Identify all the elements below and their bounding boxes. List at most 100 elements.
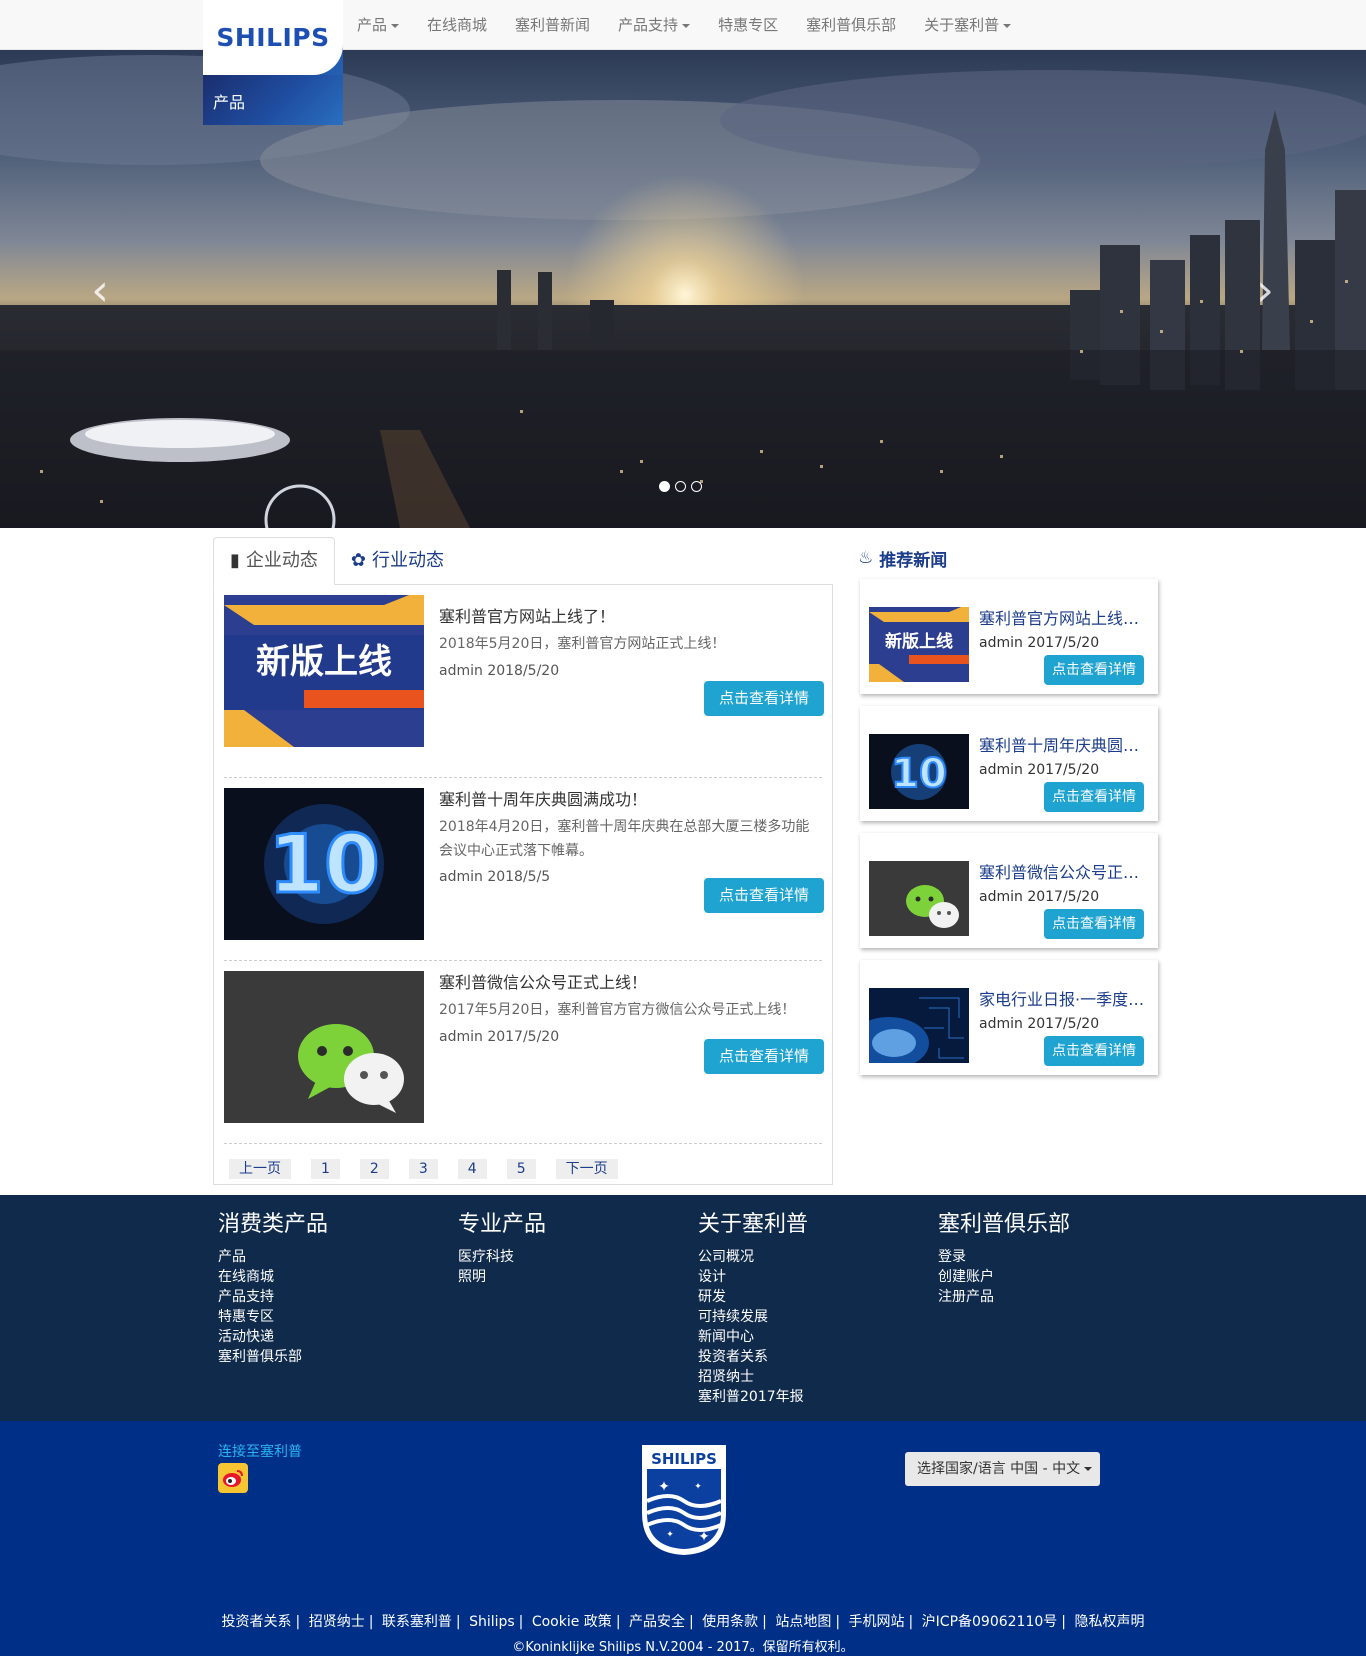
page-link[interactable]: 1 (311, 1159, 340, 1179)
footer-link[interactable]: 公司概况 (698, 1247, 808, 1267)
footer-link[interactable]: 研发 (698, 1287, 808, 1307)
page-link[interactable]: 3 (408, 1159, 438, 1179)
list-item: 塞利普微信公众号正式上线！ 2017年5月20日，塞利普官方官方微信公众号正式上… (224, 961, 824, 1144)
thumb-text: 新版上线 (256, 642, 392, 682)
language-select-label: 选择国家/语言 中国 - 中文 (917, 1461, 1081, 1477)
recommended-item-title[interactable]: 家电行业日报·一季度回顾 (979, 986, 1149, 1010)
book-icon: ▮ (230, 550, 240, 571)
view-details-button[interactable]: 点击查看详情 (704, 681, 824, 716)
legal-link[interactable]: 沪ICP备09062110号 (922, 1614, 1058, 1630)
caret-down-icon (682, 23, 691, 28)
tab-industry-news[interactable]: ✿ 行业动态 (335, 537, 460, 585)
news-title[interactable]: 塞利普官方网站上线了！ (439, 603, 615, 627)
legal-link[interactable]: 手机网站 (849, 1614, 905, 1630)
footer-link[interactable]: 产品支持 (218, 1287, 328, 1307)
footer-link[interactable]: 照明 (458, 1267, 546, 1287)
prev-page-button[interactable]: 上一页 (229, 1159, 291, 1179)
fire-icon: ♨ (858, 548, 874, 568)
brand-logo[interactable]: SHILIPS 产品 (203, 0, 343, 125)
carousel-indicator[interactable] (659, 481, 670, 492)
footer-link[interactable]: 设计 (698, 1267, 808, 1287)
nav-item-store[interactable]: 在线商城 (413, 0, 501, 50)
carousel-indicator[interactable] (675, 481, 686, 492)
footer-link[interactable]: 塞利普俱乐部 (218, 1347, 328, 1367)
nav-item-label: 在线商城 (427, 16, 488, 34)
news-meta: admin 2017/5/20 (439, 1029, 560, 1045)
footer-link[interactable]: 产品 (218, 1247, 328, 1267)
list-item: 10 塞利普十周年庆典圆满成功！ 2018年4月20日，塞利普十周年庆典在总部大… (224, 778, 824, 961)
nav-item-news[interactable]: 塞利普新闻 (501, 0, 604, 50)
legal-link[interactable]: 投资者关系 (222, 1614, 292, 1630)
wechat-image (869, 861, 969, 936)
footer-link[interactable]: 招贤纳士 (698, 1367, 808, 1387)
language-select-button[interactable]: 选择国家/语言 中国 - 中文 (905, 1452, 1100, 1486)
footer-link[interactable]: 活动快递 (218, 1327, 328, 1347)
footer-link[interactable]: 在线商城 (218, 1267, 328, 1287)
footer-link[interactable]: 可持续发展 (698, 1307, 808, 1327)
footer-link[interactable]: 投资者关系 (698, 1347, 808, 1367)
recommended-item-title[interactable]: 塞利普十周年庆典圆满成功！ (979, 732, 1149, 756)
legal-link[interactable]: 站点地图 (775, 1614, 831, 1630)
recommended-thumbnail[interactable] (869, 988, 969, 1063)
tab-company-news[interactable]: ▮ 企业动态 (213, 537, 335, 585)
view-details-button[interactable]: 点击查看详情 (1044, 782, 1144, 812)
weibo-icon[interactable] (218, 1463, 248, 1493)
nav-item-about[interactable]: 关于塞利普 (910, 0, 1025, 50)
news-title[interactable]: 塞利普微信公众号正式上线！ (439, 969, 647, 993)
footer-link[interactable]: 特惠专区 (218, 1307, 328, 1327)
recommended-title: 推荐新闻 (879, 550, 948, 571)
footer-link[interactable]: 登录 (938, 1247, 1070, 1267)
footer-column: 专业产品 医疗科技 照明 (458, 1205, 546, 1287)
recommended-thumbnail[interactable]: 10 (869, 734, 969, 809)
brand-shield-logo[interactable]: SHILIPS ✦ ✦ ✦ ✦ (640, 1443, 728, 1557)
view-details-button[interactable]: 点击查看详情 (704, 878, 824, 913)
footer-link[interactable]: 注册产品 (938, 1287, 1070, 1307)
footer-link[interactable]: 新闻中心 (698, 1327, 808, 1347)
news-section: ▮ 企业动态 ✿ 行业动态 新版上线 塞利普官方网站上线了！ 2018年5月20… (213, 537, 833, 1185)
nav-item-products[interactable]: 产品 (343, 0, 413, 50)
recommended-item-title[interactable]: 塞利普微信公众号正式上线！ (979, 859, 1149, 883)
carousel-prev-icon[interactable]: ‹ (80, 260, 120, 320)
caret-down-icon (1084, 1467, 1093, 1471)
news-tabs: ▮ 企业动态 ✿ 行业动态 (213, 537, 833, 585)
footer-link[interactable]: 医疗科技 (458, 1247, 546, 1267)
nav-item-support[interactable]: 产品支持 (604, 0, 704, 50)
main-nav: 产品 在线商城 塞利普新闻 产品支持 特惠专区 塞利普俱乐部 关于塞利普 (343, 0, 1025, 50)
carousel-indicator[interactable] (691, 481, 702, 492)
news-thumbnail[interactable]: 新版上线 (224, 595, 424, 747)
copyright-text: ©Koninklijke Shilips N.V.2004 - 2017。保留所… (512, 1640, 854, 1655)
view-details-button[interactable]: 点击查看详情 (1044, 1036, 1144, 1066)
nav-item-label: 塞利普俱乐部 (806, 16, 897, 34)
legal-link[interactable]: Cookie 政策 (532, 1614, 612, 1630)
nav-item-deals[interactable]: 特惠专区 (704, 0, 792, 50)
page-link[interactable]: 2 (359, 1159, 389, 1179)
next-page-button[interactable]: 下一页 (555, 1159, 618, 1179)
view-details-button[interactable]: 点击查看详情 (1044, 655, 1144, 685)
news-thumbnail[interactable]: 10 (224, 788, 424, 940)
footer-link[interactable]: 塞利普2017年报 (698, 1387, 808, 1407)
news-title[interactable]: 塞利普十周年庆典圆满成功！ (439, 786, 647, 810)
legal-link[interactable]: Shilips (469, 1614, 515, 1630)
carousel-next-icon[interactable]: › (1245, 260, 1285, 320)
news-thumbnail[interactable] (224, 971, 424, 1123)
page-link[interactable]: 5 (506, 1159, 536, 1179)
legal-link[interactable]: 联系塞利普 (382, 1614, 452, 1630)
view-details-button[interactable]: 点击查看详情 (704, 1039, 824, 1074)
recommended-news: ♨ 推荐新闻 新版上线 塞利普官方网站上线了！ admin 2017/5/20 … (858, 543, 1160, 1075)
page-link[interactable]: 4 (457, 1159, 487, 1179)
legal-link[interactable]: 使用条款 (702, 1614, 758, 1630)
recommended-item-meta: admin 2017/5/20 (979, 889, 1100, 905)
footer-sitemap: 消费类产品 产品 在线商城 产品支持 特惠专区 活动快递 塞利普俱乐部 专业产品… (0, 1195, 1366, 1421)
recommended-thumbnail[interactable]: 新版上线 (869, 607, 969, 682)
legal-link[interactable]: 招贤纳士 (309, 1614, 365, 1630)
legal-link[interactable]: 产品安全 (629, 1614, 685, 1630)
view-details-button[interactable]: 点击查看详情 (1044, 909, 1144, 939)
nav-item-club[interactable]: 塞利普俱乐部 (792, 0, 910, 50)
legal-link[interactable]: 隐私权声明 (1074, 1614, 1144, 1630)
recommended-item-title[interactable]: 塞利普官方网站上线了！ (979, 605, 1149, 629)
recommended-card: 家电行业日报·一季度回顾 admin 2017/5/20 点击查看详情 (860, 960, 1158, 1075)
footer-column-title: 塞利普俱乐部 (938, 1212, 1071, 1237)
wechat-image (224, 971, 424, 1123)
footer-link[interactable]: 创建账户 (938, 1267, 1070, 1287)
recommended-thumbnail[interactable] (869, 861, 969, 936)
